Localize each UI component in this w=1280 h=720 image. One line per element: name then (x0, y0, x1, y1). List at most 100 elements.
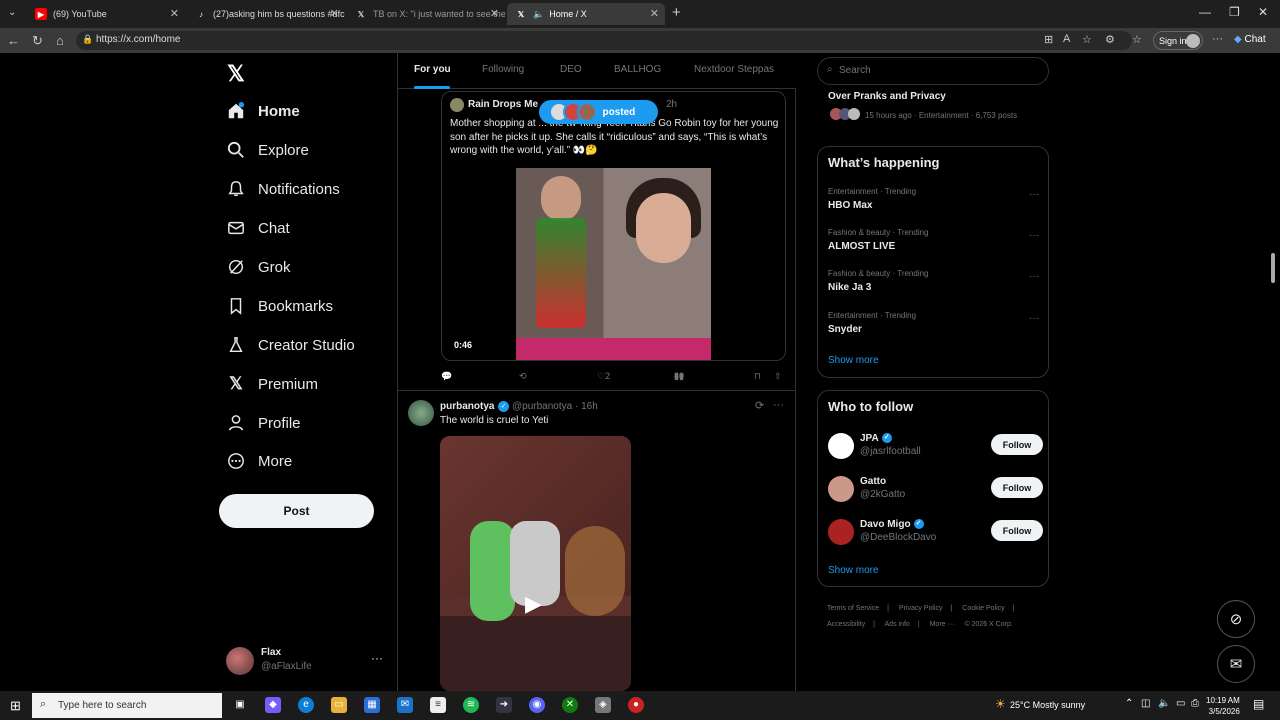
quoted-video[interactable]: 0:46 (454, 168, 711, 360)
tab-nextdoor-steppas[interactable]: Nextdoor Steppas (694, 64, 774, 75)
nav-bookmarks[interactable]: Bookmarks (226, 290, 333, 322)
show-more-link[interactable]: Show more (828, 565, 879, 576)
close-tab-icon[interactable]: ✕ (490, 7, 499, 20)
scrollbar-thumb[interactable] (1271, 253, 1275, 283)
notepad-icon[interactable]: ≡ (430, 697, 446, 713)
more-icon[interactable]: ··· (1212, 33, 1223, 45)
footer-link[interactable]: More ··· (930, 621, 955, 628)
footer-link[interactable]: Terms of Service (827, 605, 879, 612)
footer-link[interactable]: Accessibility (827, 621, 865, 628)
like-button[interactable]: ♡ 2 (597, 371, 610, 382)
file-explorer-icon[interactable]: ▭ (331, 697, 347, 713)
favorite-star-icon[interactable]: ☆ (1082, 33, 1092, 46)
play-icon[interactable]: ▶ (525, 591, 542, 617)
display-icon[interactable]: ▭ (1176, 698, 1185, 709)
microphone-icon[interactable]: ⎙ (1191, 698, 1199, 709)
more-dots-icon[interactable]: ··· (1029, 230, 1039, 241)
quoted-post[interactable]: Rain Drops Me 2h Mother shopping at ... … (441, 91, 786, 361)
app-available-icon[interactable]: ⊞ (1044, 33, 1053, 46)
extensions-icon[interactable]: ⚙ (1105, 33, 1115, 46)
system-clock[interactable]: 10:19 AM 3/5/2026 (1206, 695, 1240, 717)
chevron-up-icon[interactable]: ⌃ (1125, 698, 1133, 709)
sign-in-button[interactable]: Sign in (1153, 31, 1203, 50)
tab-x-post[interactable]: 𝕏 TB on X: "i just wanted to see the ✕ (347, 3, 505, 25)
taskbar-search[interactable]: ⌕ Type here to search (32, 693, 222, 718)
grok-fab-button[interactable]: ⊘ (1217, 600, 1255, 638)
follow-button[interactable]: Follow (991, 477, 1043, 498)
x-logo-icon[interactable]: 𝕏 (227, 61, 245, 87)
post-author[interactable]: purbanotya (440, 401, 494, 412)
xbox-icon[interactable]: ✕ (562, 697, 578, 713)
home-icon[interactable]: ⌂ (56, 33, 64, 48)
edge-icon[interactable]: e (298, 697, 314, 713)
nav-notifications[interactable]: Notifications (226, 173, 340, 205)
follow-suggestion[interactable]: Gatto @2kGatto Follow (828, 474, 1043, 506)
tab-for-you[interactable]: For you (414, 64, 451, 75)
footer-link[interactable]: Cookie Policy (962, 605, 1004, 612)
tab-deo[interactable]: DEO (560, 64, 582, 75)
discord-icon[interactable]: ◉ (529, 697, 545, 713)
show-more-link[interactable]: Show more (828, 355, 879, 366)
nav-home[interactable]: Home (226, 95, 300, 127)
account-switcher[interactable]: Flax @aFlaxLife ··· (226, 645, 386, 679)
post-handle[interactable]: @purbanotya · 16h (512, 401, 598, 412)
nav-profile[interactable]: Profile (226, 407, 301, 439)
trend-item[interactable]: Fashion & beauty · Trending ALMOST LIVE … (828, 228, 1043, 264)
favorites-icon[interactable]: ☆ (1132, 33, 1142, 46)
more-dots-icon[interactable]: ··· (773, 399, 784, 411)
grok-icon[interactable]: ⟳ (755, 399, 764, 412)
restore-icon[interactable]: ❐ (1229, 5, 1240, 19)
spotify-icon[interactable]: ≋ (463, 697, 479, 713)
close-tab-icon[interactable]: ✕ (650, 7, 659, 20)
footer-link[interactable]: Ads info (885, 621, 910, 628)
volume-icon[interactable]: 🔈 (1158, 698, 1170, 709)
trend-item[interactable]: Entertainment · Trending HBO Max ··· (828, 187, 1043, 223)
speaker-icon[interactable]: 🔈 (533, 9, 544, 20)
messages-fab-button[interactable]: ✉ (1217, 645, 1255, 683)
follow-button[interactable]: Follow (991, 434, 1043, 455)
nav-chat[interactable]: Chat (226, 212, 290, 244)
post-video[interactable]: ▶ (440, 436, 631, 691)
post-button[interactable]: Post (219, 494, 374, 528)
close-tab-icon[interactable]: ✕ (170, 7, 179, 20)
nav-grok[interactable]: Grok (226, 251, 291, 283)
task-view-icon[interactable]: ▣ (232, 697, 248, 713)
windows-start-icon[interactable]: ⊞ (10, 698, 21, 714)
new-tab-icon[interactable]: + (672, 4, 681, 21)
bookmark-icon[interactable]: ⊓ (754, 371, 761, 382)
follow-suggestion[interactable]: Davo Migo ✓ @DeeBlockDavo Follow (828, 517, 1043, 549)
trend-item[interactable]: Entertainment · Trending Snyder ··· (828, 311, 1043, 347)
nav-more[interactable]: More (226, 445, 292, 477)
follow-suggestion[interactable]: JPA ✓ @jasrlfootball Follow (828, 431, 1043, 463)
more-dots-icon[interactable]: ··· (1029, 271, 1039, 282)
close-window-icon[interactable]: ✕ (1258, 5, 1268, 19)
tab-following[interactable]: Following (482, 64, 524, 75)
store-icon[interactable]: ▦ (364, 697, 380, 713)
obs-icon[interactable]: ● (628, 697, 644, 713)
close-tab-icon[interactable]: ✕ (330, 7, 339, 20)
read-aloud-icon[interactable]: A (1063, 33, 1070, 45)
weather-widget[interactable]: 25°C Mostly sunny (1010, 700, 1085, 710)
trending-event[interactable]: Over Pranks and Privacy 15 hours ago · E… (817, 83, 1049, 131)
more-dots-icon[interactable]: ··· (1029, 313, 1039, 324)
repost-icon[interactable]: ⟲ (519, 371, 527, 382)
trend-item[interactable]: Fashion & beauty · Trending Nike Ja 3 ··… (828, 269, 1043, 305)
follow-button[interactable]: Follow (991, 520, 1043, 541)
notifications-icon[interactable]: ▤ (1253, 697, 1264, 711)
copilot-app-icon[interactable]: ◆ (265, 697, 281, 713)
tab-home-x[interactable]: 𝕏 🔈 Home / X ✕ (507, 3, 665, 25)
mail-icon[interactable]: ✉ (397, 697, 413, 713)
tab-tiktok[interactable]: ♪ (27)asking him bs questions #ufc ✕ (187, 3, 345, 25)
avatar[interactable] (408, 400, 434, 426)
back-icon[interactable]: ← (7, 33, 20, 48)
new-posts-pill[interactable]: ↑ posted (539, 100, 658, 124)
footer-link[interactable]: Privacy Policy (899, 605, 943, 612)
vpn-icon[interactable]: ◈ (595, 697, 611, 713)
nav-creator-studio[interactable]: Creator Studio (226, 329, 355, 361)
reply-icon[interactable]: 💬 (441, 371, 452, 382)
nav-explore[interactable]: Explore (226, 134, 309, 166)
refresh-icon[interactable]: ↻ (32, 33, 43, 49)
share-icon[interactable]: ⇧ (774, 371, 782, 382)
nav-premium[interactable]: 𝕏 Premium (226, 368, 318, 400)
minimize-icon[interactable]: — (1199, 5, 1211, 19)
